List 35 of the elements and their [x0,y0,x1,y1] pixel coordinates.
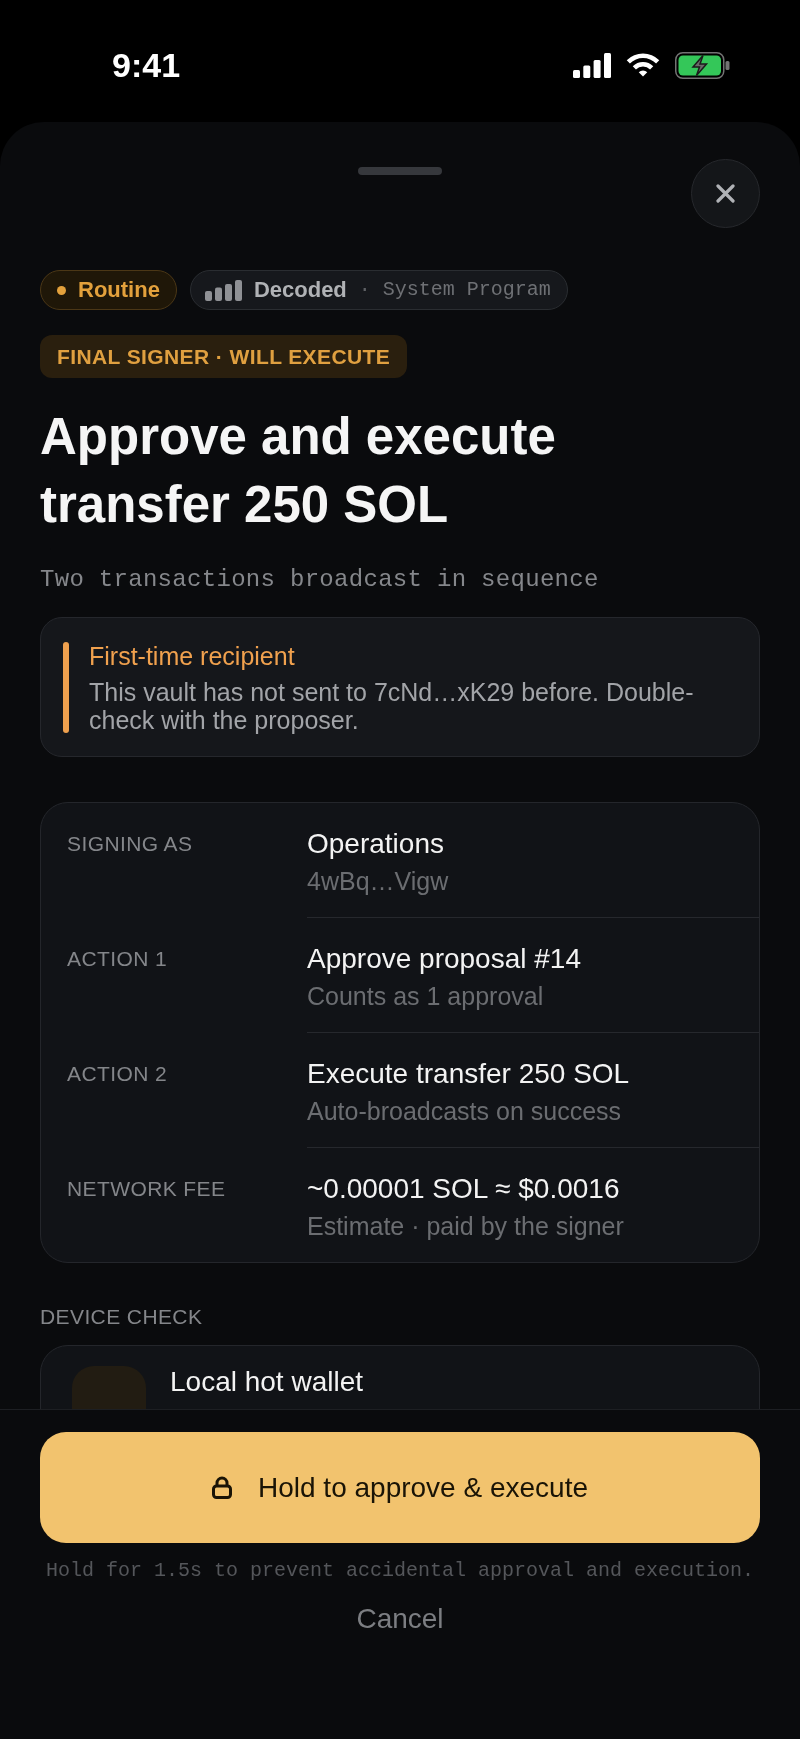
detail-note: Counts as 1 approval [307,981,545,1012]
alert-title: First-time recipient [89,641,296,671]
detail-label: ACTION 2 [66,1061,169,1087]
drag-handle[interactable] [358,167,442,175]
signal-icon [573,52,611,78]
approve-button[interactable]: Hold to approve & execute [40,1432,760,1543]
separator: · [358,277,371,303]
detail-label: ACTION 1 [66,946,169,972]
status-dot-icon [57,285,66,295]
program-name: System Program [382,277,551,303]
role-tag: FINAL SIGNER · WILL EXECUTE [40,335,408,378]
page-title: Approve and execute transfer 250 SOL [40,407,557,535]
detail-value: Operations [307,827,445,861]
detail-note: 4wBq…Vigw [307,866,450,897]
device-name: Local hot wallet [170,1366,363,1398]
badge-label: Decoded [253,276,347,304]
section-heading: DEVICE CHECK [40,1304,204,1330]
detail-note: Estimate · paid by the signer [307,1211,625,1242]
detail-label: NETWORK FEE [66,1176,227,1202]
close-icon [716,184,735,203]
lock-icon [212,1476,232,1499]
subtitle: Two transactions broadcast in sequence [40,565,600,595]
detail-value: ~0.00001 SOL ≈ $0.0016 [307,1172,621,1206]
detail-note: Auto-broadcasts on success [307,1096,623,1127]
alert-body: This vault has not sent to 7cNd…xK29 before. Double-check with the proposer. [89,678,695,734]
badge-label: Routine [78,276,160,304]
cancel-button[interactable]: Cancel [356,1602,444,1636]
battery-icon [675,51,730,79]
detail-label: SIGNING AS [66,831,194,857]
wifi-icon [626,53,660,77]
signal-bars-icon [204,279,242,301]
status-time: 9:41 [112,45,181,85]
hint-text: Hold for 1.5s to prevent accidental approval and execution. [45,1558,755,1584]
detail-value: Execute transfer 250 SOL [307,1057,631,1091]
detail-value: Approve proposal #14 [307,942,582,976]
